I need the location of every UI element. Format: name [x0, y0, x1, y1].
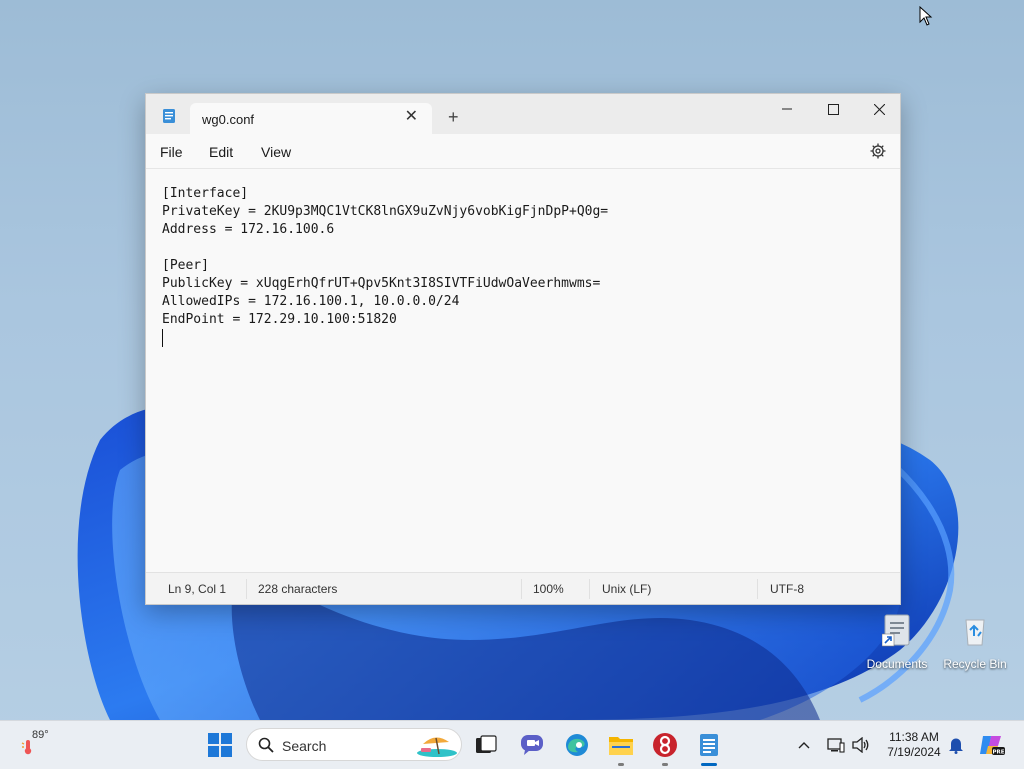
chat-icon	[521, 735, 543, 755]
status-divider	[521, 579, 522, 599]
folder-icon	[609, 737, 633, 755]
start-button[interactable]	[204, 729, 236, 761]
maximize-button[interactable]	[810, 94, 856, 124]
teams-chat-button[interactable]	[516, 729, 548, 761]
line-ending[interactable]: Unix (LF)	[602, 582, 651, 596]
title-bar[interactable]: wg0.conf ✕ +	[146, 94, 900, 134]
tab-wg0-conf[interactable]: wg0.conf ✕	[190, 103, 432, 134]
maximize-icon	[827, 103, 839, 115]
clock-time: 11:38 AM	[889, 730, 939, 744]
weather-widget[interactable]: 89°	[14, 725, 60, 765]
recycle-bin-icon	[965, 619, 985, 646]
close-icon	[873, 103, 885, 115]
thermometer-icon	[21, 740, 32, 755]
network-status-button[interactable]	[823, 729, 849, 761]
taskbar-search-box[interactable]: Search	[246, 728, 462, 761]
notepad-app-icon	[163, 109, 175, 123]
search-placeholder: Search	[282, 738, 327, 754]
settings-gear-icon[interactable]	[870, 143, 886, 159]
notifications-button[interactable]	[944, 729, 968, 761]
volume-button[interactable]	[849, 729, 873, 761]
editor-line: EndPoint = 172.29.10.100:51820	[162, 312, 397, 327]
notepad-window: wg0.conf ✕ + File Edit View [Interface] …	[145, 93, 901, 605]
menu-view[interactable]: View	[261, 144, 291, 160]
edge-browser-icon	[566, 734, 588, 756]
minimize-icon	[782, 108, 792, 110]
taskbar: 89° Search 11:38 AM 7/19/2024 PRE	[0, 720, 1024, 769]
windows-logo-icon	[208, 733, 232, 757]
clock[interactable]: 11:38 AM 7/19/2024	[882, 730, 946, 760]
speaker-volume-icon	[852, 737, 869, 753]
desktop-icon-documents[interactable]: Documents	[857, 614, 937, 671]
copilot-button[interactable]: PRE	[976, 729, 1008, 761]
svg-text:PRE: PRE	[992, 750, 1004, 756]
copilot-icon: PRE	[980, 736, 1005, 756]
editor-line: [Peer]	[162, 258, 209, 273]
text-caret	[162, 329, 163, 347]
status-divider	[246, 579, 247, 599]
tab-title: wg0.conf	[202, 112, 255, 127]
clock-date: 7/19/2024	[887, 745, 941, 759]
encoding[interactable]: UTF-8	[770, 582, 804, 596]
file-explorer-button[interactable]	[605, 729, 637, 761]
character-count: 228 characters	[258, 582, 338, 596]
chevron-up-icon	[798, 742, 810, 749]
zoom-level[interactable]: 100%	[533, 582, 564, 596]
menu-bar: File Edit View	[146, 134, 900, 169]
bell-icon	[949, 738, 963, 754]
task-view-icon	[476, 735, 497, 753]
notepad-icon	[700, 734, 718, 756]
red-app-button[interactable]	[649, 729, 681, 761]
editor-line: [Interface]	[162, 186, 249, 201]
editor-line: Address = 172.16.100.6	[162, 222, 335, 237]
app-red-g-icon	[653, 733, 677, 757]
desktop-icon-recycle-bin[interactable]: Recycle Bin	[935, 614, 1015, 671]
menu-file[interactable]: File	[160, 144, 183, 160]
cursor-position: Ln 9, Col 1	[168, 582, 227, 596]
status-divider	[757, 579, 758, 599]
status-bar: Ln 9, Col 1 228 characters 100% Unix (LF…	[146, 572, 900, 604]
minimize-button[interactable]	[764, 94, 810, 124]
task-view-button[interactable]	[470, 729, 502, 761]
menu-edit[interactable]: Edit	[209, 144, 233, 160]
editor-line: PrivateKey = 2KU9p3MQC1VtCK8lnGX9uZvNjy6…	[162, 204, 609, 219]
search-highlight-beach-icon	[417, 737, 457, 757]
running-indicator	[662, 763, 668, 766]
active-window-indicator	[701, 763, 717, 766]
close-tab-icon[interactable]: ✕	[405, 109, 418, 125]
documents-shortcut-icon	[881, 614, 910, 647]
network-icon	[827, 738, 845, 753]
show-hidden-icons-button[interactable]	[789, 729, 819, 761]
desktop-icon-label: Recycle Bin	[943, 657, 1007, 671]
notepad-taskbar-button[interactable]	[693, 729, 725, 761]
edge-browser-button[interactable]	[561, 729, 593, 761]
text-editor[interactable]: [Interface] PrivateKey = 2KU9p3MQC1VtCK8…	[146, 169, 900, 573]
new-tab-button[interactable]: +	[448, 108, 459, 126]
running-indicator	[618, 763, 624, 766]
weather-temperature: 89°	[32, 729, 49, 741]
editor-line: PublicKey = xUqgErhQfrUT+Qpv5Knt3I8SIVTF…	[162, 276, 601, 291]
close-window-button[interactable]	[856, 94, 902, 124]
status-divider	[589, 579, 590, 599]
desktop-icon-label: Documents	[866, 657, 928, 671]
mouse-cursor-icon	[919, 6, 933, 26]
editor-line: AllowedIPs = 172.16.100.1, 10.0.0.0/24	[162, 294, 460, 309]
search-icon	[258, 737, 274, 753]
